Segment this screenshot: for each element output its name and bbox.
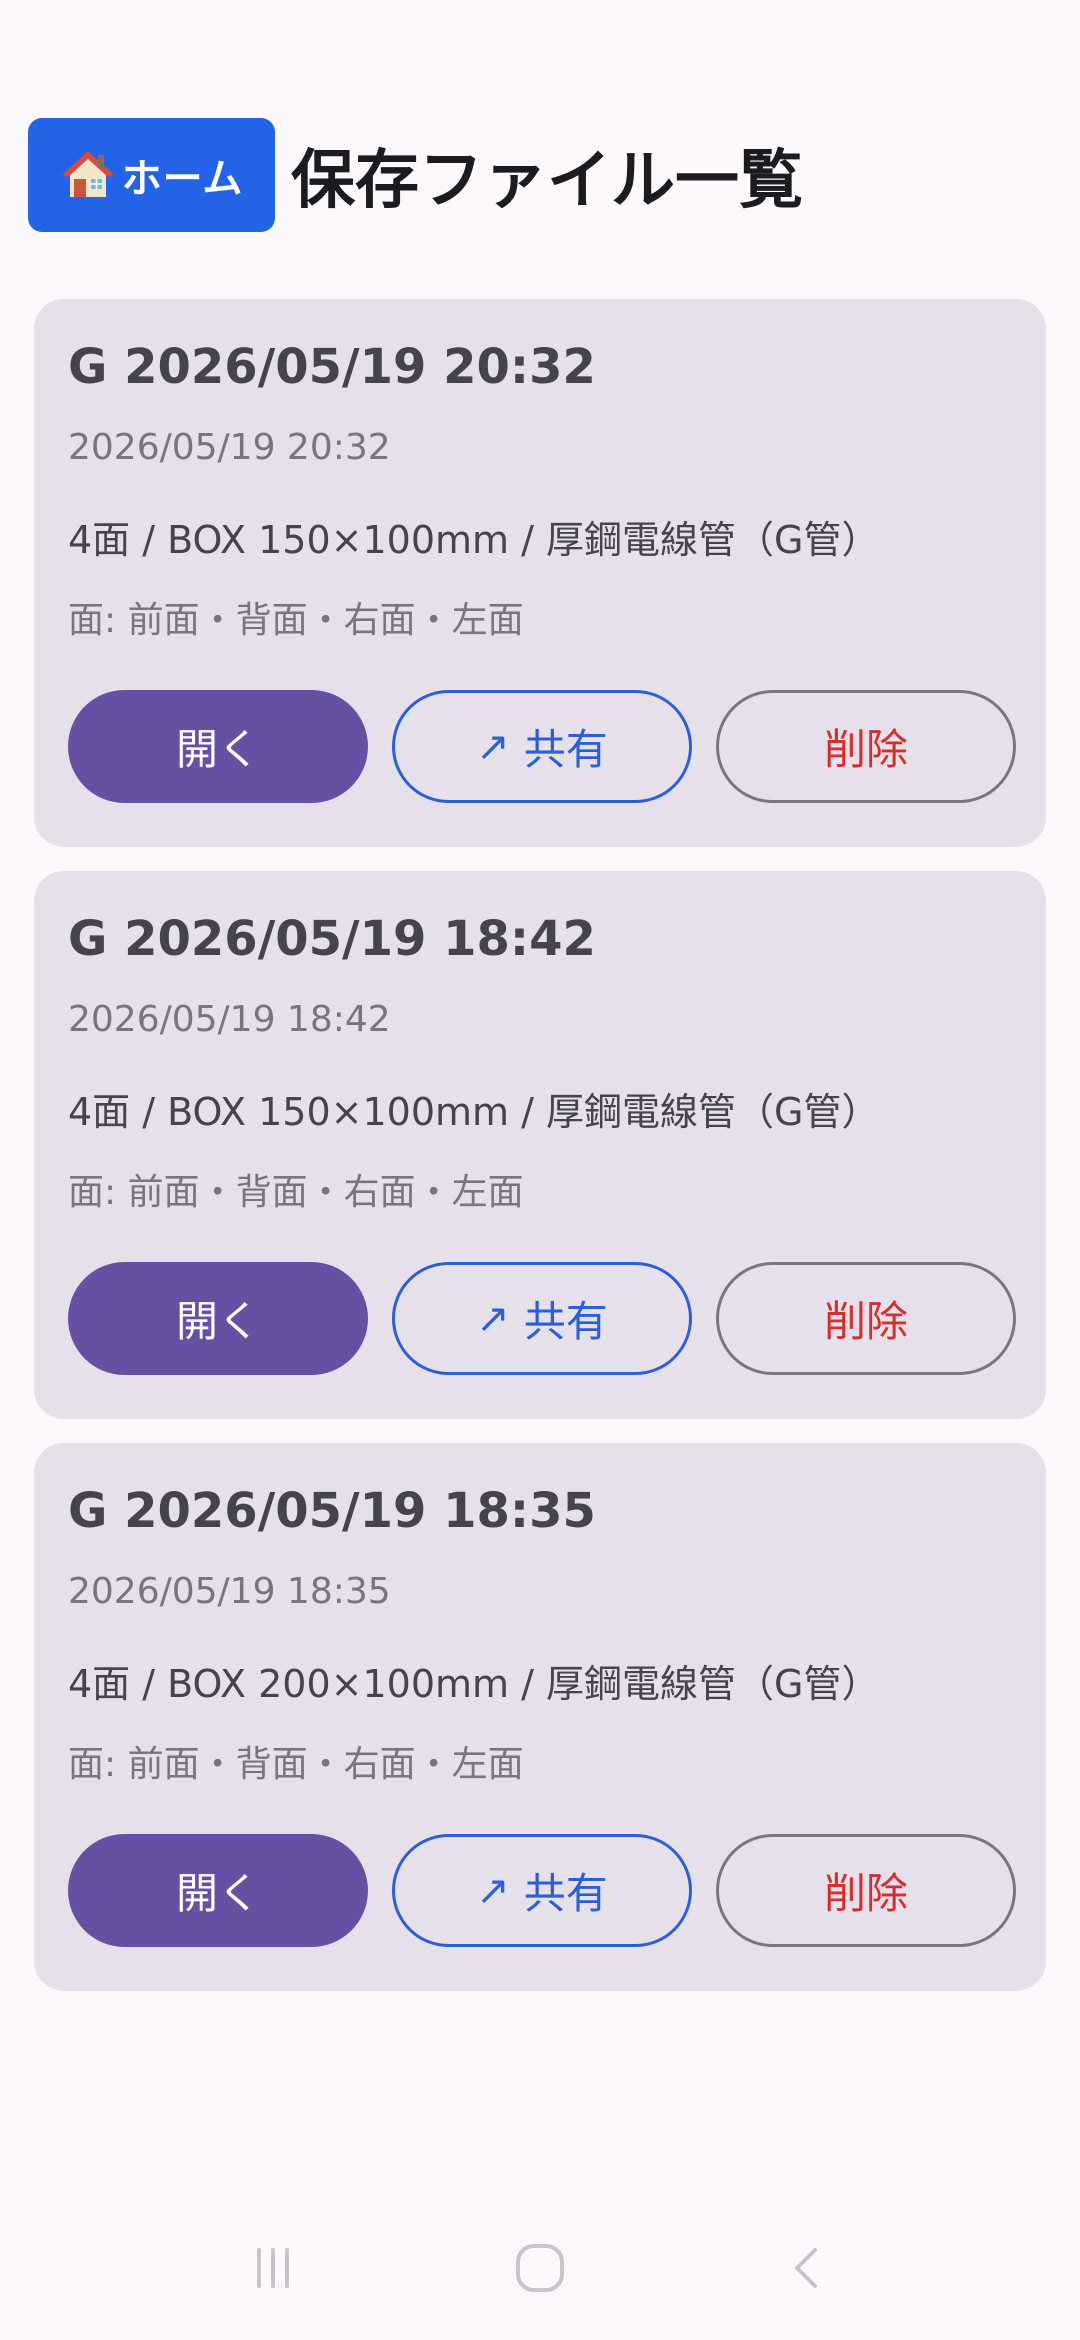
share-button-label: 共有	[523, 1869, 608, 1918]
share-button-label: 共有	[523, 725, 608, 774]
file-list: G 2026/05/19 20:32 2026/05/19 20:32 4面 /…	[34, 299, 1046, 2015]
file-title: G 2026/05/19 20:32	[68, 339, 596, 395]
home-button-label: ホーム	[121, 156, 244, 202]
page-title: 保存ファイル一覧	[291, 144, 803, 218]
file-title: G 2026/05/19 18:42	[68, 911, 596, 967]
back-button[interactable]	[747, 2208, 867, 2328]
share-button[interactable]: ↗ 共有	[392, 1834, 692, 1947]
file-spec: 4面 / BOX 200×100mm / 厚鋼電線管（G管）	[68, 1662, 880, 1706]
file-card: G 2026/05/19 18:35 2026/05/19 18:35 4面 /…	[34, 1443, 1046, 1991]
file-card: G 2026/05/19 20:32 2026/05/19 20:32 4面 /…	[34, 299, 1046, 847]
share-button[interactable]: ↗ 共有	[392, 690, 692, 803]
file-spec: 4面 / BOX 150×100mm / 厚鋼電線管（G管）	[68, 518, 880, 562]
recent-apps-button[interactable]	[213, 2208, 333, 2328]
delete-button[interactable]: 削除	[716, 1262, 1016, 1375]
file-date: 2026/05/19 18:35	[68, 1571, 391, 1612]
file-actions: 開く ↗ 共有 削除	[68, 1262, 1016, 1375]
file-date: 2026/05/19 18:42	[68, 999, 391, 1040]
back-icon	[794, 2248, 817, 2288]
open-button[interactable]: 開く	[68, 690, 368, 803]
system-nav-bar	[0, 2196, 1080, 2340]
recent-apps-icon	[257, 2248, 290, 2288]
file-faces: 面: 前面・背面・右面・左面	[68, 600, 524, 641]
file-actions: 開く ↗ 共有 削除	[68, 1834, 1016, 1947]
house-icon	[61, 151, 114, 197]
delete-button[interactable]: 削除	[716, 690, 1016, 803]
file-date: 2026/05/19 20:32	[68, 427, 391, 468]
screen: ホーム 保存ファイル一覧 G 2026/05/19 20:32 2026/05/…	[0, 0, 1080, 2340]
system-home-button[interactable]	[480, 2208, 600, 2328]
file-faces: 面: 前面・背面・右面・左面	[68, 1744, 524, 1785]
share-arrow-icon: ↗	[476, 1295, 510, 1342]
delete-button[interactable]: 削除	[716, 1834, 1016, 1947]
file-title: G 2026/05/19 18:35	[68, 1483, 596, 1539]
home-button[interactable]: ホーム	[28, 118, 275, 232]
share-button[interactable]: ↗ 共有	[392, 1262, 692, 1375]
header: ホーム 保存ファイル一覧	[28, 118, 803, 232]
home-icon	[515, 2244, 564, 2292]
status-bar	[0, 0, 1080, 96]
share-button-label: 共有	[523, 1297, 608, 1346]
share-arrow-icon: ↗	[476, 723, 510, 770]
open-button[interactable]: 開く	[68, 1834, 368, 1947]
open-button[interactable]: 開く	[68, 1262, 368, 1375]
file-actions: 開く ↗ 共有 削除	[68, 690, 1016, 803]
file-spec: 4面 / BOX 150×100mm / 厚鋼電線管（G管）	[68, 1090, 880, 1134]
file-card: G 2026/05/19 18:42 2026/05/19 18:42 4面 /…	[34, 871, 1046, 1419]
file-faces: 面: 前面・背面・右面・左面	[68, 1172, 524, 1213]
share-arrow-icon: ↗	[476, 1867, 510, 1914]
